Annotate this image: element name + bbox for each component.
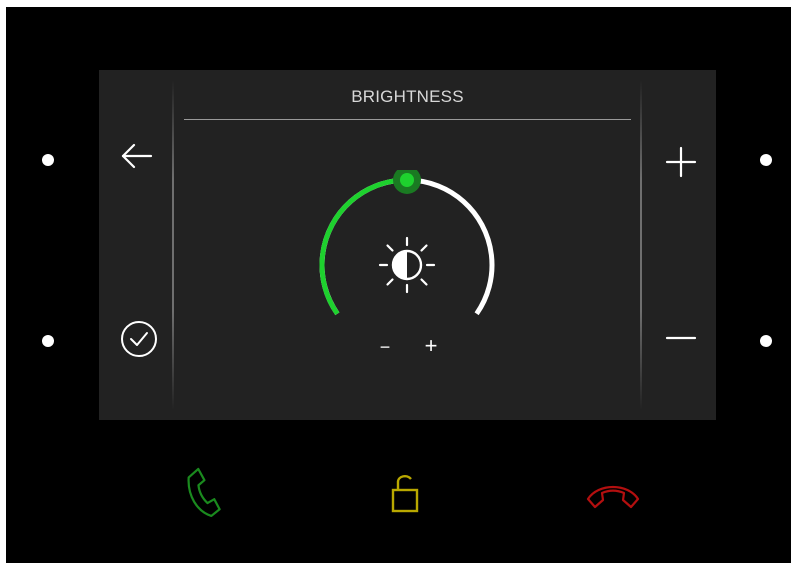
dial-minus-label: −	[380, 337, 391, 357]
unlock-door-button[interactable]	[389, 471, 423, 515]
brightness-contrast-icon	[378, 236, 436, 294]
dial-plus-label: +	[425, 333, 438, 358]
increase-button[interactable]	[663, 144, 699, 180]
display-screen: BRIGHTNESS − +	[99, 70, 716, 420]
brightness-track-arc	[319, 177, 495, 316]
left-bottom-indicator-dot	[42, 335, 54, 347]
plus-icon	[665, 146, 697, 178]
right-top-indicator-dot	[760, 154, 772, 166]
left-top-indicator-dot	[42, 154, 54, 166]
arrow-left-icon	[121, 143, 153, 169]
confirm-button[interactable]	[119, 319, 159, 359]
brightness-level-arc	[319, 177, 408, 316]
right-divider	[640, 80, 642, 410]
brightness-dial[interactable]: − +	[312, 170, 502, 360]
answer-call-button[interactable]	[180, 466, 224, 522]
title-underline	[184, 119, 631, 120]
phone-answer-icon	[187, 467, 221, 518]
intercom-device: BRIGHTNESS − +	[6, 7, 791, 563]
back-button[interactable]	[119, 138, 155, 174]
right-bottom-indicator-dot	[760, 335, 772, 347]
unlock-icon	[391, 474, 419, 513]
phone-hangup-icon	[586, 486, 640, 509]
hang-up-button[interactable]	[584, 477, 642, 511]
left-divider	[172, 80, 174, 410]
brightness-knob[interactable]	[400, 173, 414, 187]
page-title: BRIGHTNESS	[351, 87, 464, 106]
check-circle-icon	[121, 321, 157, 357]
decrease-button[interactable]	[663, 320, 699, 356]
